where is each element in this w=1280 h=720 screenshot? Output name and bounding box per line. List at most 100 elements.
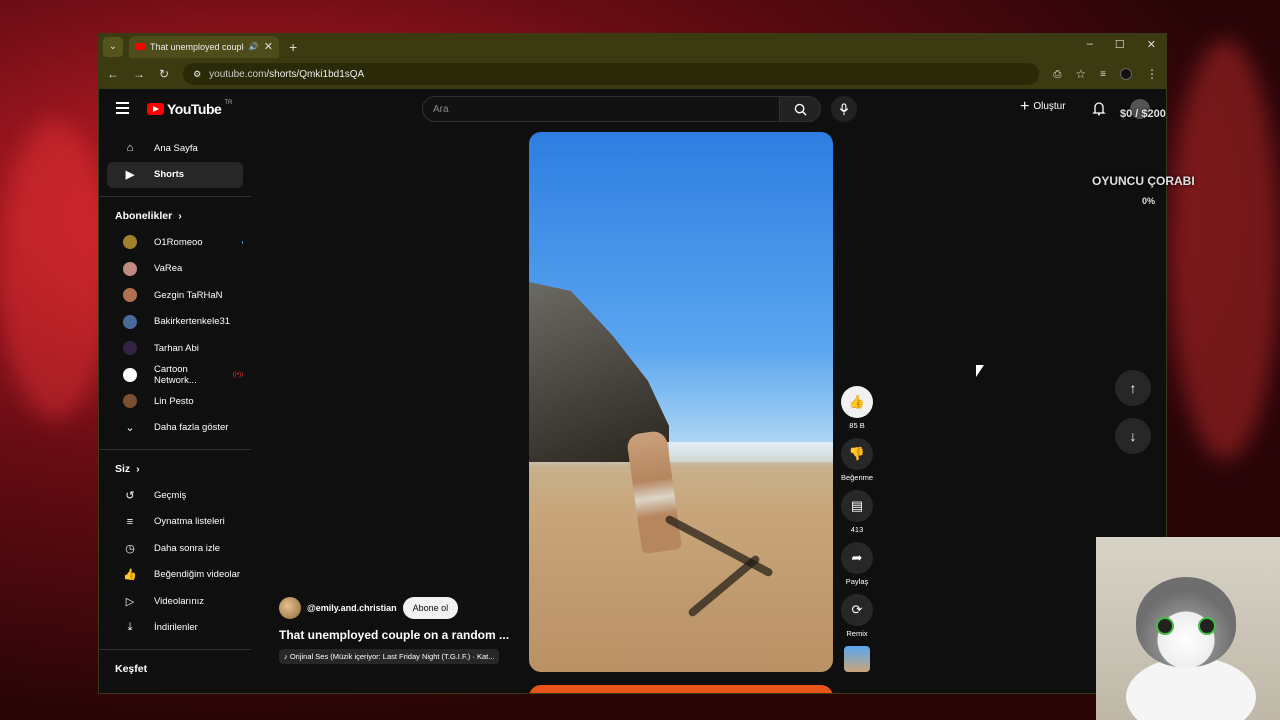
url-field[interactable]: ⚙ youtube.com/shorts/Qmki1bd1sQA <box>183 63 1040 85</box>
sidebar-item-history[interactable]: ↺ Geçmiş <box>107 482 243 509</box>
webcam-overlay <box>1096 537 1280 720</box>
search-placeholder: Ara <box>433 103 449 115</box>
browser-profile-avatar[interactable] <box>1120 68 1132 80</box>
short-video-player[interactable] <box>529 132 833 672</box>
sidebar-item-playlists[interactable]: ≡ Oynatma listeleri <box>107 509 243 536</box>
reload-icon[interactable]: ↻ <box>159 67 169 81</box>
playlist-icon: ≡ <box>126 515 134 528</box>
dislike-label: Beğenme <box>840 473 874 482</box>
voice-search-button[interactable] <box>831 96 857 122</box>
bookmark-star-icon[interactable]: ☆ <box>1075 67 1086 81</box>
sidebar-item-subscription[interactable]: Cartoon Network... ((•)) <box>107 362 243 389</box>
search-icon <box>794 103 807 116</box>
install-app-icon[interactable]: ⎙ <box>1053 69 1061 80</box>
sidebar-item-subscription[interactable]: Lin Pesto <box>107 388 243 415</box>
sidebar-item-subscription[interactable]: O1Romeoo <box>107 229 243 256</box>
speaker-icon[interactable]: 🔊 <box>249 42 259 51</box>
short-title[interactable]: That unemployed couple on a random ... <box>279 628 529 642</box>
sidebar-item-label: Shorts <box>154 169 185 181</box>
close-window-icon[interactable]: ✕ <box>1147 38 1156 51</box>
youtube-favicon-icon <box>135 43 145 50</box>
sidebar-item-label: Videolarınız <box>154 595 204 607</box>
divider <box>99 449 251 450</box>
sidebar-item-label: Cartoon Network... <box>154 363 197 386</box>
music-chip[interactable]: ♪ Orijinal Ses (Müzik içeriyor: Last Fri… <box>279 649 500 664</box>
arrow-up-icon: ↑ <box>1129 380 1137 396</box>
sidebar-item-label: Oynatma listeleri <box>154 516 225 528</box>
minimize-icon[interactable]: – <box>1087 38 1093 51</box>
sidebar-item-subscription[interactable]: Tarhan Abi <box>107 335 243 362</box>
sidebar-item-subscription[interactable]: Bakirkertenkele31 <box>107 309 243 336</box>
tab-title: That unemployed couple o <box>150 41 244 52</box>
hamburger-menu-icon[interactable] <box>116 102 129 117</box>
sidebar-item-label: Lin Pesto <box>154 395 194 407</box>
previous-short-button[interactable]: ↑ <box>1115 370 1151 406</box>
forward-icon[interactable]: → <box>133 67 145 81</box>
youtube-logo[interactable]: YouTube TR <box>147 100 233 117</box>
remix-button[interactable]: ⟳ <box>841 594 873 626</box>
sidebar-item-subscription[interactable]: VaRea <box>107 256 243 283</box>
next-short-preview[interactable] <box>529 685 833 693</box>
window-controls: – ☐ ✕ <box>1087 38 1156 51</box>
site-info-icon[interactable]: ⚙ <box>193 69 201 80</box>
next-short-button[interactable]: ↓ <box>1115 418 1151 454</box>
channel-avatar[interactable] <box>279 597 301 619</box>
sidebar-show-more[interactable]: ⌄ Daha fazla göster <box>107 415 243 442</box>
search-input[interactable]: Ara <box>422 96 780 122</box>
comments-button[interactable]: ▤ <box>841 490 873 522</box>
sidebar-item-label: Bakirkertenkele31 <box>154 316 231 328</box>
music-note-icon: ♪ <box>284 652 288 661</box>
logo-text: YouTube <box>167 101 222 117</box>
subscriptions-header[interactable]: Abonelikler › <box>99 203 251 229</box>
sidebar-item-label: Daha sonra izle <box>154 542 221 554</box>
region-code: TR <box>224 100 233 106</box>
explore-header: Keşfet <box>99 656 251 682</box>
back-icon[interactable]: ← <box>107 67 119 81</box>
sidebar-item-shorts[interactable]: ▶ Shorts <box>107 161 243 188</box>
channel-avatar <box>123 314 137 329</box>
yt-header: YouTube TR Ara + Oluştur <box>99 89 1166 129</box>
tab-search-chevron-icon[interactable]: ⌄ <box>103 36 123 57</box>
menu-dots-icon[interactable]: ⋮ <box>1146 67 1158 81</box>
history-icon: ↺ <box>125 489 135 502</box>
sidebar-item-label: Gezgin TaRHaN <box>154 289 223 301</box>
sidebar-item-liked-videos[interactable]: 👍 Beğendiğim videolar <box>107 562 243 589</box>
divider <box>99 196 251 197</box>
share-label: Paylaş <box>845 577 869 586</box>
sound-thumbnail[interactable] <box>844 646 870 672</box>
youtube-page: YouTube TR Ara + Oluştur ⌂ Ana Sayfa ▶ S… <box>99 89 1166 693</box>
music-label: Orijinal Ses (Müzik içeriyor: Last Frida… <box>289 652 495 661</box>
sidebar-item-label: Geçmiş <box>154 489 187 501</box>
sidebar-item-your-videos[interactable]: ▷ Videolarınız <box>107 588 243 615</box>
you-header[interactable]: Siz › <box>99 456 251 482</box>
dislike-button[interactable]: 👎 <box>841 438 873 470</box>
sidebar-item-downloads[interactable]: ⤓ İndirilenler <box>107 615 243 642</box>
like-button[interactable]: 👍 <box>841 386 873 418</box>
create-button[interactable]: + Oluştur <box>1020 98 1066 114</box>
new-content-dot <box>241 240 243 244</box>
microphone-icon <box>839 102 849 115</box>
arrow-down-icon: ↓ <box>1129 428 1137 444</box>
subscriptions-title: Abonelikler <box>115 210 173 222</box>
sidebar-item-home[interactable]: ⌂ Ana Sayfa <box>107 135 243 162</box>
tab-close-icon[interactable]: ✕ <box>264 40 273 53</box>
share-button[interactable]: ➦ <box>841 542 873 574</box>
media-control-icon[interactable]: ≡ <box>1100 69 1106 80</box>
you-title: Siz <box>115 463 131 475</box>
like-count: 85 B <box>849 421 865 430</box>
new-tab-icon[interactable]: + <box>289 39 297 55</box>
channel-name[interactable]: @emily.and.christian <box>307 603 397 613</box>
notifications-bell-icon[interactable] <box>1092 101 1106 121</box>
sidebar-item-watch-later[interactable]: ◷ Daha sonra izle <box>107 535 243 562</box>
remix-label: Remix <box>846 629 868 638</box>
sidebar-item-label: Beğendiğim videolar <box>154 569 241 581</box>
chevron-down-icon: ⌄ <box>125 422 135 435</box>
channel-avatar <box>123 341 137 356</box>
tab-youtube[interactable]: That unemployed couple o 🔊 ✕ <box>129 35 279 58</box>
sidebar-item-subscription[interactable]: Gezgin TaRHaN <box>107 282 243 309</box>
donation-goal-amount: $0 / $200 <box>1120 108 1166 120</box>
subscribe-button[interactable]: Abone ol <box>402 597 459 619</box>
search-button[interactable] <box>779 96 821 122</box>
maximize-icon[interactable]: ☐ <box>1115 38 1125 51</box>
comment-icon: ▤ <box>850 498 864 513</box>
